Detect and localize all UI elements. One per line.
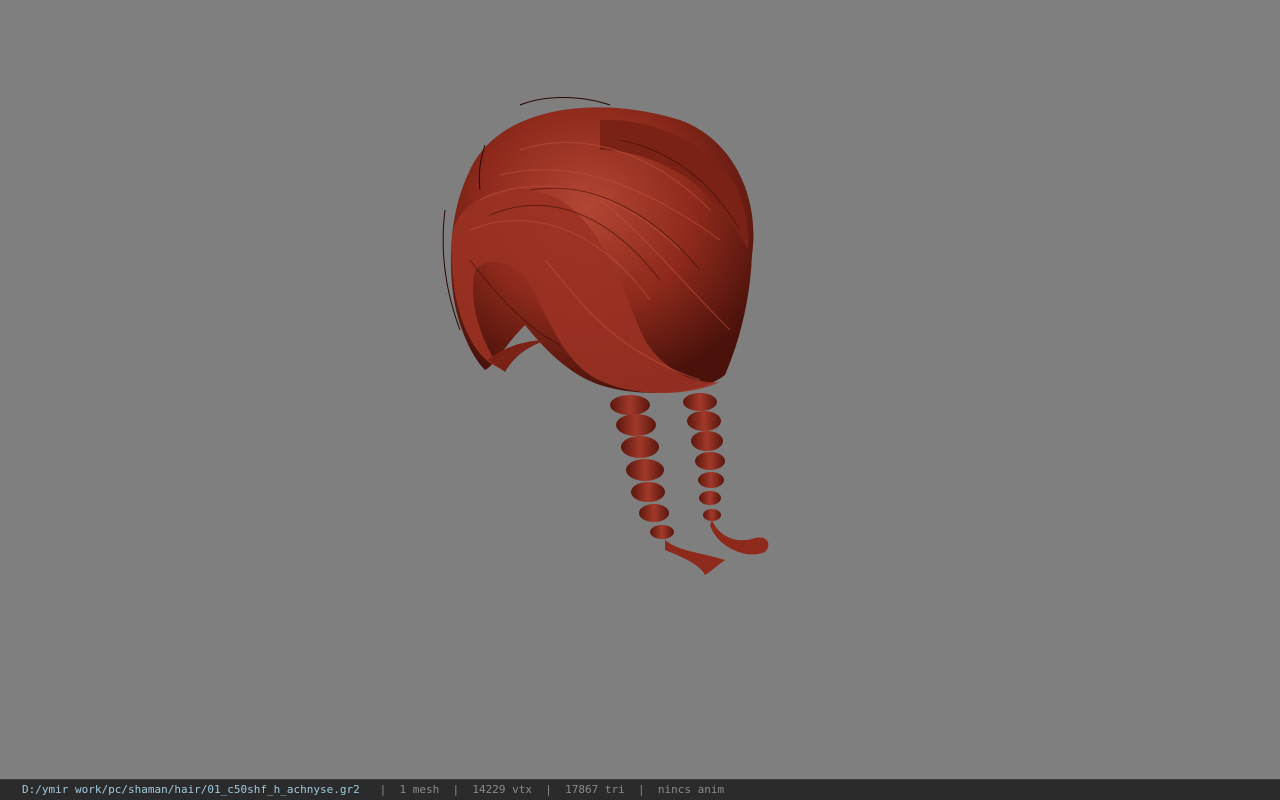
separator: | [545, 783, 552, 796]
status-bar: D:/ymir work/pc/shaman/hair/01_c50shf_h_… [0, 779, 1280, 800]
3d-viewport[interactable] [0, 0, 1280, 779]
triangle-count: 17867 tri [565, 783, 625, 796]
vertex-count: 14229 vtx [472, 783, 532, 796]
separator: | [379, 783, 387, 796]
hair-mass [442, 97, 754, 394]
animation-status: nincs anim [657, 783, 725, 796]
separator: | [452, 783, 460, 796]
hair-model-render [442, 97, 769, 575]
mesh-count: 1 mesh [399, 783, 440, 796]
braid-right [683, 393, 769, 555]
separator: | [637, 783, 645, 796]
file-path: D:/ymir work/pc/shaman/hair/01_c50shf_h_… [22, 783, 360, 796]
